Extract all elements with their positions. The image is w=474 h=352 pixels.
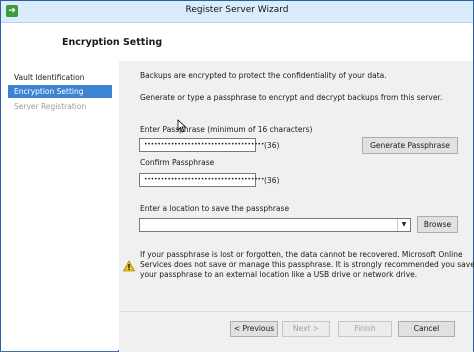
next-button: Next > bbox=[282, 321, 330, 337]
window-title: Register Server Wizard bbox=[185, 5, 289, 15]
sidebar-item-vault-identification[interactable]: Vault Identification bbox=[8, 71, 112, 84]
sidebar-item-server-registration: Server Registration bbox=[14, 102, 87, 111]
content-panel: Backups are encrypted to protect the con… bbox=[119, 61, 474, 311]
finish-button: Finish bbox=[338, 321, 392, 337]
warning-text-line-1: If your passphrase is lost or forgotten,… bbox=[140, 250, 463, 259]
intro-text-1: Backups are encrypted to protect the con… bbox=[140, 71, 387, 80]
page-title: Encryption Setting bbox=[62, 37, 163, 48]
confirm-passphrase-label: Confirm Passphrase bbox=[140, 158, 215, 167]
wizard-header: Encryption Setting bbox=[1, 23, 473, 61]
mouse-cursor-icon bbox=[177, 119, 187, 133]
location-label: Enter a location to save the passphrase bbox=[140, 204, 290, 213]
warning-icon bbox=[123, 260, 135, 272]
confirm-passphrase-field[interactable]: •••••••••••••••••••••••••••••••••••• bbox=[139, 173, 264, 187]
wizard-steps-sidebar: Vault Identification Encryption Setting … bbox=[1, 61, 118, 351]
warning-text-line-2: Services does not save or manage this pa… bbox=[140, 260, 474, 269]
confirm-passphrase-length: (36) bbox=[264, 176, 280, 185]
wizard-footer: < Previous Next > Finish Cancel bbox=[119, 311, 473, 352]
generate-passphrase-button[interactable]: Generate Passphrase bbox=[362, 137, 458, 154]
previous-button[interactable]: < Previous bbox=[230, 321, 278, 337]
passphrase-length: (36) bbox=[264, 141, 280, 150]
chevron-down-icon[interactable]: ▼ bbox=[397, 219, 410, 231]
passphrase-mask: •••••••••••••••••••••••••••••••••••• bbox=[144, 141, 265, 148]
sidebar-item-encryption-setting[interactable]: Encryption Setting bbox=[8, 85, 112, 98]
wizard-window: ➜ Register Server Wizard Encryption Sett… bbox=[0, 0, 474, 352]
title-bar[interactable]: ➜ Register Server Wizard bbox=[1, 1, 473, 23]
cancel-button[interactable]: Cancel bbox=[398, 321, 455, 337]
warning-text-line-3: your passphrase to an external location … bbox=[140, 270, 418, 279]
passphrase-field[interactable]: •••••••••••••••••••••••••••••••••••• bbox=[139, 138, 264, 152]
confirm-passphrase-mask: •••••••••••••••••••••••••••••••••••• bbox=[144, 176, 265, 183]
location-dropdown[interactable]: ▼ bbox=[139, 218, 411, 232]
browse-button[interactable]: Browse bbox=[417, 216, 458, 233]
intro-text-2: Generate or type a passphrase to encrypt… bbox=[140, 93, 443, 102]
passphrase-label: Enter Passphrase (minimum of 16 characte… bbox=[140, 125, 313, 134]
